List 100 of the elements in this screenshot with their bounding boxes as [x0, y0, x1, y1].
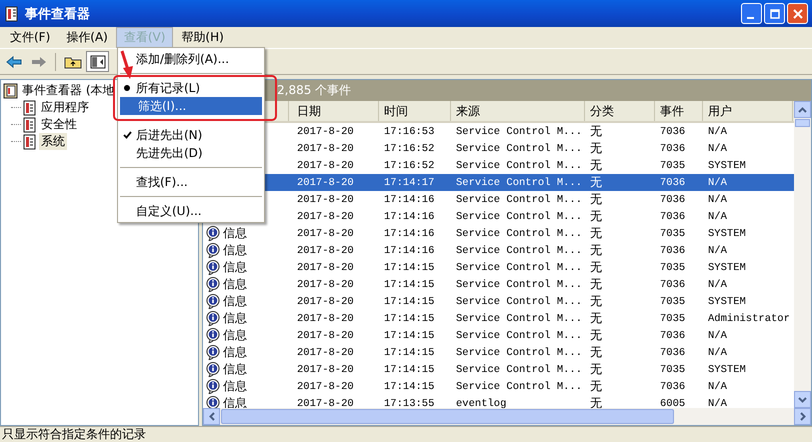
menu-item[interactable]: 先进先出(D) — [118, 144, 264, 162]
table-cell-text: 无 — [589, 259, 603, 276]
table-cell-text: 17:14:15 — [383, 364, 436, 376]
back-arrow-icon — [6, 54, 22, 68]
menu-item[interactable]: 自定义(U)... — [118, 202, 264, 220]
menu-item[interactable]: 帮助(H) — [173, 27, 232, 48]
table-cell-text: N/A — [707, 244, 728, 256]
chevron-up-icon — [798, 106, 807, 112]
table-cell-text: 17:16:53 — [383, 126, 436, 138]
table-cell-text: SYSTEM — [707, 228, 747, 240]
minimize-button[interactable] — [741, 3, 762, 24]
info-icon — [206, 226, 221, 241]
table-cell-text: 无 — [589, 327, 603, 344]
table-cell-text: 7036 — [659, 176, 686, 188]
column-header[interactable]: 来源 — [451, 101, 585, 121]
maximize-button[interactable] — [764, 3, 785, 24]
table-cell-text: 无 — [589, 361, 603, 378]
arrow — [120, 50, 134, 80]
log-book-icon — [3, 82, 19, 98]
table-cell-text: 7036 — [659, 194, 686, 206]
table-cell-text: 7036 — [659, 126, 686, 138]
table-cell: 信息 — [223, 293, 247, 310]
table-row[interactable]: 信息 2017-8-20 17:14:15 Service Control M... 无 7035 SYSTEM — [203, 259, 794, 276]
table-row[interactable]: 信息 2017-8-20 17:14:15 Service Control M... 无 7036 N/A — [203, 276, 794, 293]
scroll-right-button[interactable] — [794, 408, 811, 425]
scroll-left-button[interactable] — [203, 408, 220, 425]
table-cell-text: SYSTEM — [707, 262, 747, 274]
chevron-right-icon — [800, 412, 806, 421]
column-header[interactable]: 事件 — [655, 101, 703, 121]
info-icon — [206, 345, 221, 360]
menu-item[interactable]: 筛选(I)... — [120, 97, 262, 115]
status-text: 只显示符合指定条件的记录 — [2, 426, 146, 442]
horizontal-scrollbar[interactable] — [203, 408, 811, 425]
table-row[interactable]: 信息 2017-8-20 17:14:15 Service Control M... 无 7035 SYSTEM — [203, 293, 794, 310]
chevron-down-icon — [798, 396, 807, 402]
menu-item[interactable]: 所有记录(L) — [118, 79, 264, 97]
menu-item[interactable]: 操作(A) — [58, 27, 116, 48]
table-cell-text: 17:14:15 — [383, 312, 436, 324]
table-row[interactable]: 信息 2017-8-20 17:14:16 Service Control M... 无 7036 N/A — [203, 242, 794, 259]
table-row[interactable]: 信息 2017-8-20 17:14:15 Service Control M... 无 7036 N/A — [203, 344, 794, 361]
table-cell-text: 17:14:15 — [383, 380, 436, 392]
table-cell-text: 2017-8-20 — [296, 296, 355, 308]
table-row[interactable]: 信息 2017-8-20 17:14:16 Service Control M... 无 7035 SYSTEM — [203, 225, 794, 242]
tree-toggle-button[interactable] — [86, 51, 109, 72]
table-cell: 信息 — [223, 242, 247, 259]
table-cell-text: 2017-8-20 — [296, 278, 355, 290]
table-cell: 信息 — [223, 276, 247, 293]
column-header[interactable]: 用户 — [703, 101, 793, 121]
scroll-down-button[interactable] — [794, 391, 811, 408]
table-cell-text: Service Control M... — [455, 142, 584, 154]
table-cell-text: N/A — [707, 398, 728, 408]
menu-item[interactable]: 后进先出(N) — [118, 126, 264, 144]
table-cell-text: N/A — [707, 210, 728, 222]
menu-item[interactable]: 文件(F) — [2, 27, 58, 48]
table-cell-text: 无 — [589, 293, 603, 310]
table-cell-text: Service Control M... — [455, 296, 584, 308]
log-icon — [4, 6, 20, 22]
table-cell-text: 7036 — [659, 142, 686, 154]
table-cell-text: 17:14:15 — [383, 296, 436, 308]
table-cell-text: 2017-8-20 — [296, 262, 355, 274]
close-button[interactable] — [787, 3, 808, 24]
menu-item[interactable]: 添加/删除列(A)... — [118, 50, 264, 68]
table-cell-text: N/A — [707, 194, 728, 206]
chevron-left-icon — [208, 412, 214, 421]
table-row[interactable]: 信息 2017-8-20 17:14:15 Service Control M... 无 7036 N/A — [203, 327, 794, 344]
table-cell-text: 17:16:52 — [383, 142, 436, 154]
table-cell: 信息 — [223, 310, 247, 327]
table-row[interactable]: 信息 2017-8-20 17:14:15 Service Control M... 无 7036 N/A — [203, 378, 794, 395]
scroll-thumb[interactable] — [221, 409, 674, 424]
table-cell-text: 2017-8-20 — [296, 346, 355, 358]
window-title: 事件查看器 — [25, 6, 90, 22]
vertical-scrollbar[interactable] — [794, 101, 811, 408]
table-cell-text: 2017-8-20 — [296, 244, 355, 256]
tree-item[interactable]: 安全性 — [39, 116, 79, 133]
table-cell-text: 无 — [589, 310, 603, 327]
table-cell-text: 2017-8-20 — [296, 210, 355, 222]
table-cell-text: 无 — [589, 276, 603, 293]
folder-up-icon — [64, 54, 82, 68]
table-cell-text: 17:14:15 — [383, 278, 436, 290]
table-cell-text: Service Control M... — [455, 330, 584, 342]
table-cell-text: 2017-8-20 — [296, 142, 355, 154]
table-cell-text: 无 — [589, 378, 603, 395]
scroll-up-button[interactable] — [794, 101, 811, 118]
table-cell-text: N/A — [707, 142, 728, 154]
tree-item[interactable]: 应用程序 — [39, 99, 91, 116]
table-cell-text: 无 — [589, 140, 603, 157]
table-cell-text: 17:16:52 — [383, 160, 436, 172]
table-cell-text: 7035 — [659, 364, 686, 376]
table-cell: 信息 — [223, 344, 247, 361]
table-cell-text: 7036 — [659, 380, 686, 392]
column-header[interactable]: 时间 — [379, 101, 451, 121]
table-cell-text: N/A — [707, 380, 728, 392]
tree-item[interactable]: 系统 — [39, 133, 67, 150]
column-header[interactable]: 日期 — [289, 101, 379, 121]
table-cell-text: 2017-8-20 — [296, 330, 355, 342]
column-header[interactable]: 分类 — [585, 101, 655, 121]
table-cell-text: Service Control M... — [455, 278, 584, 290]
table-row[interactable]: 信息 2017-8-20 17:14:15 Service Control M... 无 7035 Administrator — [203, 310, 794, 327]
scroll-thumb[interactable] — [795, 119, 810, 127]
table-row[interactable]: 信息 2017-8-20 17:14:15 Service Control M... 无 7035 SYSTEM — [203, 361, 794, 378]
